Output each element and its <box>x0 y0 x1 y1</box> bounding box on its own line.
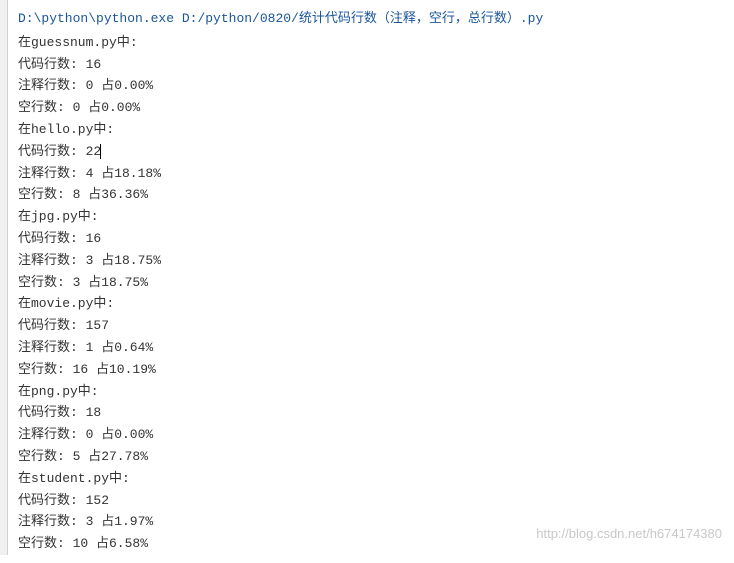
blank-line-count: 空行数: 5 占27.78% <box>18 446 734 468</box>
code-line-count: 代码行数: 18 <box>18 402 734 424</box>
file-header-line: 在png.py中: <box>18 381 734 403</box>
comment-line-count: 注释行数: 0 占0.00% <box>18 424 734 446</box>
file-header-line: 在jpg.py中: <box>18 206 734 228</box>
output-lines: 在guessnum.py中:代码行数: 16注释行数: 0 占0.00%空行数:… <box>18 32 734 555</box>
blank-line-count: 空行数: 8 占36.36% <box>18 184 734 206</box>
file-header-line: 在movie.py中: <box>18 293 734 315</box>
run-header: D:\python\python.exe D:/python/0820/统计代码… <box>18 8 734 30</box>
interpreter-path: D:\python\python.exe <box>18 11 174 26</box>
script-path: D:/python/0820/统计代码行数（注释，空行，总行数）.py <box>182 11 543 26</box>
gutter <box>0 0 8 555</box>
file-header-line: 在student.py中: <box>18 468 734 490</box>
blank-line-count: 空行数: 3 占18.75% <box>18 272 734 294</box>
file-header-line: 在hello.py中: <box>18 119 734 141</box>
code-line-count: 代码行数: 16 <box>18 54 734 76</box>
blank-line-count: 空行数: 0 占0.00% <box>18 97 734 119</box>
comment-line-count: 注释行数: 0 占0.00% <box>18 75 734 97</box>
code-line-count: 代码行数: 22 <box>18 141 734 163</box>
text-cursor <box>100 144 101 159</box>
code-line-count: 代码行数: 152 <box>18 490 734 512</box>
code-line-count: 代码行数: 157 <box>18 315 734 337</box>
console-output: D:\python\python.exe D:/python/0820/统计代码… <box>0 0 734 563</box>
comment-line-count: 注释行数: 1 占0.64% <box>18 337 734 359</box>
comment-line-count: 注释行数: 3 占18.75% <box>18 250 734 272</box>
comment-line-count: 注释行数: 4 占18.18% <box>18 163 734 185</box>
file-header-line: 在guessnum.py中: <box>18 32 734 54</box>
code-line-count: 代码行数: 16 <box>18 228 734 250</box>
watermark: http://blog.csdn.net/h674174380 <box>536 526 722 541</box>
blank-line-count: 空行数: 16 占10.19% <box>18 359 734 381</box>
